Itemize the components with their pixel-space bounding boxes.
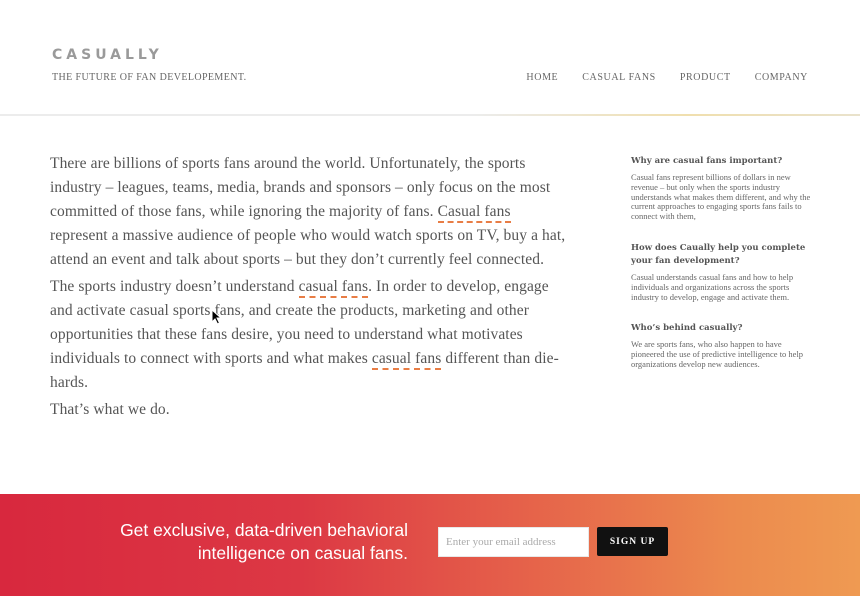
main-content: There are billions of sports fans around… (50, 152, 570, 425)
header-divider (0, 114, 860, 116)
banner-pitch: Get exclusive, data-driven behavioral in… (48, 519, 408, 565)
intro-text-b: represent a massive audience of people w… (50, 227, 566, 268)
faq-body-importance: Casual fans represent billions of dollar… (631, 172, 811, 222)
sidebar-faq: Why are casual fans important? Casual fa… (631, 155, 813, 390)
intro-paragraph: There are billions of sports fans around… (50, 152, 570, 272)
nav-home[interactable]: HOME (526, 72, 558, 83)
faq-title-who: Who’s behind casually? (631, 323, 743, 334)
banner-pitch-line-1: Get exclusive, data-driven behavioral (120, 520, 408, 540)
signup-banner: Get exclusive, data-driven behavioral in… (0, 494, 860, 596)
faq-title-how: How does Caually help you complete your … (631, 242, 806, 266)
nav-company[interactable]: COMPANY (755, 72, 808, 83)
faq-body-who: We are sports fans, who also happen to h… (631, 339, 804, 369)
email-input[interactable] (438, 527, 589, 557)
nav-casual-fans[interactable]: CASUAL FANS (582, 72, 656, 83)
industry-text-a: The sports industry doesn’t understand (50, 278, 299, 295)
main-nav: HOME CASUAL FANS PRODUCT COMPANY (526, 72, 808, 83)
brand-logo[interactable]: CASUALLY (52, 47, 163, 63)
faq-title-importance: Why are casual fans important? (631, 156, 783, 166)
casual-fans-highlight: casual fans (298, 278, 369, 298)
closing-paragraph: That’s what we do. (50, 401, 170, 418)
nav-product[interactable]: PRODUCT (680, 72, 731, 83)
banner-pitch-line-2: intelligence on casual fans. (197, 543, 408, 563)
industry-paragraph: The sports industry doesn’t understand c… (50, 275, 570, 395)
sign-up-button[interactable]: SIGN UP (597, 527, 668, 556)
casual-fans-highlight: casual fans (371, 350, 442, 370)
site-header: CASUALLY THE FUTURE OF FAN DEVELOPEMENT.… (0, 0, 860, 115)
mouse-pointer-icon (211, 309, 222, 325)
faq-body-how: Casual understands casual fans and how t… (631, 271, 794, 302)
brand-tagline: THE FUTURE OF FAN DEVELOPEMENT. (52, 72, 247, 83)
casual-fans-highlight: Casual fans (437, 203, 511, 223)
